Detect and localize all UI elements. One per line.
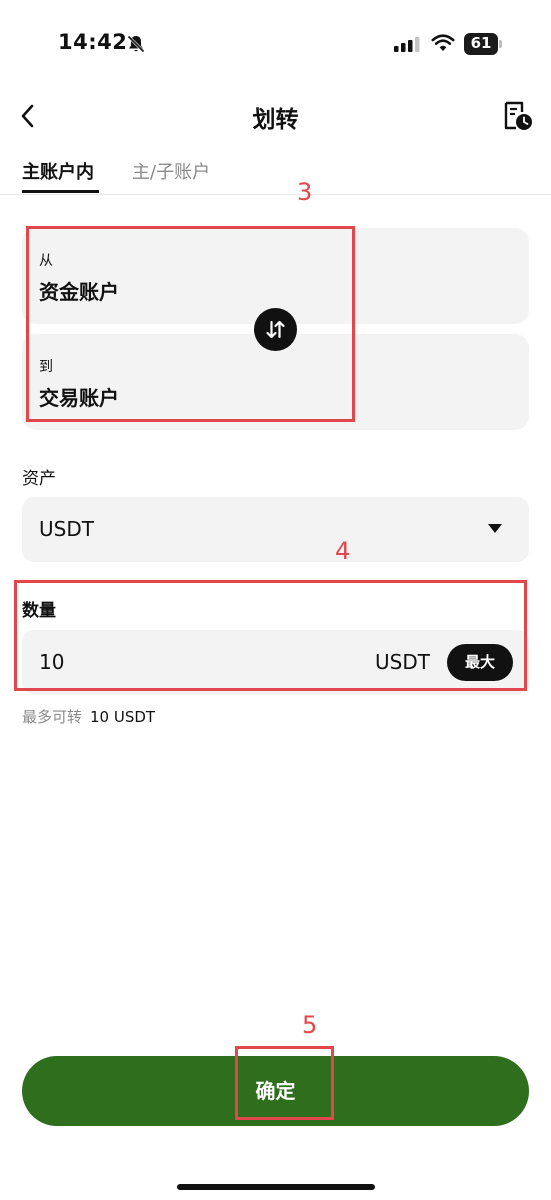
tab-main-sub-account[interactable]: 主/子账户	[132, 158, 210, 184]
caret-down-icon	[488, 524, 502, 533]
wifi-icon	[431, 34, 455, 51]
tab-active-indicator	[22, 190, 99, 193]
battery-level: 61	[470, 34, 492, 52]
annotation-number-3: 3	[297, 178, 313, 206]
asset-select-value: USDT	[39, 517, 94, 541]
available-label: 最多可转	[22, 708, 83, 726]
bell-muted-icon	[127, 35, 145, 53]
annotation-box-confirm	[235, 1046, 334, 1120]
asset-select[interactable]	[22, 497, 529, 562]
tabs-divider	[0, 194, 551, 195]
tab-main-account[interactable]: 主账户内	[22, 158, 94, 184]
available-value: 10 USDT	[90, 708, 156, 726]
cellular-signal-icon	[394, 37, 420, 52]
transfer-history-icon[interactable]	[500, 100, 536, 132]
home-indicator	[177, 1184, 375, 1190]
annotation-number-5: 5	[302, 1011, 318, 1039]
annotation-box-quantity	[14, 580, 527, 691]
annotation-number-4: 4	[335, 537, 351, 565]
page-title: 划转	[252, 107, 299, 133]
annotation-box-accounts	[26, 226, 355, 422]
asset-label: 资产	[22, 469, 56, 489]
available-amount: 最多可转 10 USDT	[22, 706, 155, 727]
status-time: 14:42	[58, 30, 128, 54]
battery-indicator: 61	[464, 33, 504, 55]
